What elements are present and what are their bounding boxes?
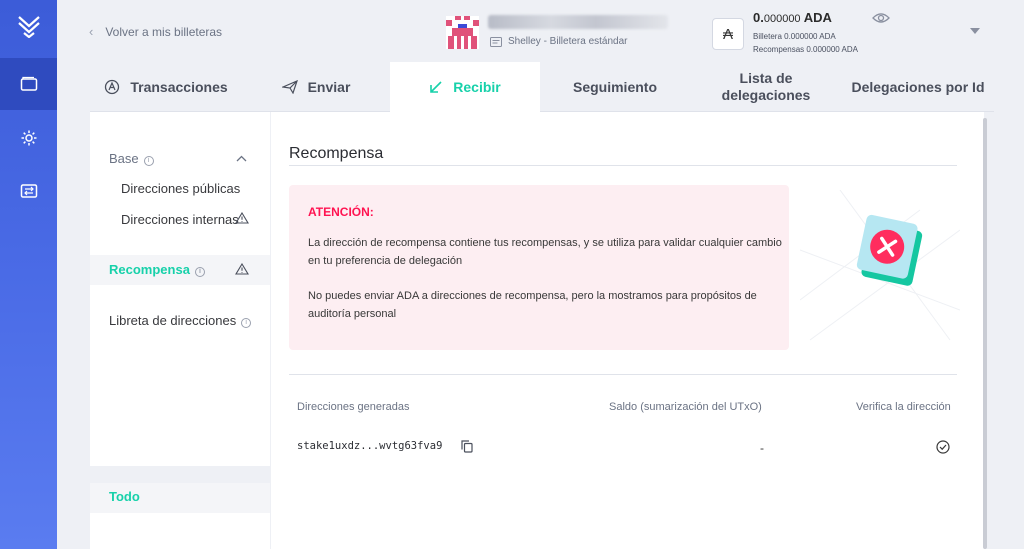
col-generated-addresses: Direcciones generadas (297, 401, 410, 413)
subnav-reward-label: Recompensa (109, 262, 190, 277)
subnav-address-book[interactable]: Libreta de direcciones i (109, 313, 252, 328)
balance-unit: ADA (803, 10, 832, 25)
wallet-type: Shelley - Billetera estándar (490, 36, 628, 47)
back-to-wallets-link[interactable]: ‹ Volver a mis billeteras (89, 24, 222, 39)
tab-label: Enviar (307, 78, 351, 95)
rewards-balance: Recompensas 0.000000 ADA (753, 45, 858, 54)
subnav-public-addresses[interactable]: Direcciones públicas (121, 181, 240, 196)
yoroi-logo-icon[interactable] (0, 0, 57, 52)
col-verify: Verifica la dirección (856, 401, 951, 413)
top-bar: ‹ Volver a mis billeteras Shelley - Bill… (57, 0, 1024, 62)
warning-icon (235, 263, 249, 275)
subnav-reward[interactable]: Recompensa i (109, 262, 205, 277)
divider (289, 165, 957, 166)
tab-tracking[interactable]: Seguimiento (540, 62, 690, 112)
eye-icon[interactable] (872, 11, 890, 25)
warning-icon (235, 212, 249, 224)
address-balance: - (760, 441, 764, 455)
wallet-balance: Billetera 0.000000 ADA (753, 32, 836, 41)
wallet-type-icon (490, 36, 502, 47)
info-icon: i (143, 156, 154, 166)
notice-paragraph-1: La dirección de recompensa contiene tus … (308, 237, 782, 267)
wallet-name-blurred (488, 15, 668, 29)
verify-address-icon[interactable] (936, 440, 950, 454)
back-label: Volver a mis billeteras (105, 24, 223, 39)
page-title: Recompensa (289, 145, 384, 162)
wallet-type-label: Shelley - Billetera estándar (508, 36, 628, 47)
side-navigation (0, 0, 57, 549)
tab-receive[interactable]: Recibir (390, 62, 540, 112)
tab-send[interactable]: Enviar (242, 62, 390, 112)
receive-icon (430, 81, 442, 93)
reward-address-illustration (800, 190, 960, 341)
reward-address: stake1uxdz...wvtg63fva9 (297, 440, 443, 452)
transfer-nav-icon[interactable] (0, 165, 57, 217)
send-icon (281, 80, 298, 94)
tab-delegations-by-id[interactable]: Delegaciones por Id (842, 62, 994, 112)
subnav-internal-addresses[interactable]: Direcciones internas (121, 212, 239, 227)
subnav-address-book-label: Libreta de direcciones (109, 313, 237, 328)
copy-icon[interactable] (461, 440, 473, 453)
col-balance: Saldo (sumarización del UTxO) (609, 401, 762, 413)
chevron-left-icon: ‹ (89, 24, 94, 39)
balance-int: 0. (753, 10, 764, 25)
subnav-divider (90, 466, 270, 483)
scrollbar[interactable] (983, 118, 987, 549)
notice-paragraph-2: No puedes enviar ADA a direcciones de re… (308, 290, 757, 320)
info-icon: i (194, 267, 205, 277)
tab-label: Delegaciones por Id (851, 78, 985, 95)
wallets-nav-icon[interactable] (0, 58, 57, 110)
tab-transactions[interactable]: Transacciones (90, 62, 242, 112)
info-icon: i (241, 318, 252, 328)
wallet-dropdown-icon[interactable] (970, 28, 980, 34)
tab-label: Recibir (453, 78, 501, 95)
wallet-tabs: Transacciones Enviar Recibir Seguimiento… (90, 62, 994, 112)
subnav-all[interactable]: Todo (90, 483, 270, 513)
transactions-icon (105, 79, 120, 95)
settings-nav-icon[interactable] (0, 112, 57, 164)
subnav-base-label: Base (109, 151, 139, 166)
ada-currency-icon: ₳ (712, 18, 744, 50)
chevron-up-icon[interactable] (236, 155, 247, 162)
notice-title: ATENCIÓN: (308, 205, 374, 219)
tab-label: Lista de delegaciones (721, 70, 811, 103)
balance-decimals: 000000 (763, 13, 801, 25)
divider (289, 374, 957, 375)
tab-delegation-list[interactable]: Lista de delegaciones (690, 62, 842, 112)
subnav-all-label: Todo (109, 489, 140, 504)
tab-label: Seguimiento (572, 78, 657, 95)
subnav-base[interactable]: Base i (109, 151, 154, 166)
wallet-avatar (446, 16, 479, 49)
tab-label: Transacciones (130, 78, 228, 95)
total-balance: 0.000000 ADA (753, 10, 832, 25)
